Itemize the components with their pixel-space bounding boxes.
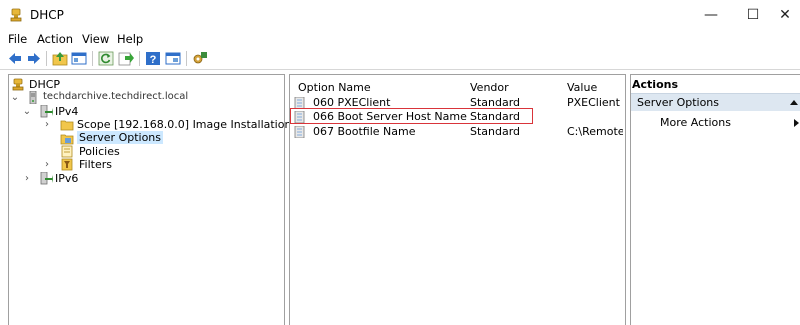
maximize-button[interactable]: ☐ — [738, 4, 768, 26]
menu-file[interactable]: File — [8, 32, 27, 46]
actions-header: Actions — [632, 78, 678, 91]
dhcp-app-icon — [10, 8, 22, 22]
column-header-option-name[interactable]: Option Name — [298, 81, 371, 94]
help-icon[interactable]: ? — [144, 50, 162, 67]
tree-label-server: techdarchive.techdirect.local — [43, 91, 189, 102]
minimize-button[interactable]: — — [696, 4, 726, 26]
table-row[interactable]: 067 Bootfile Name Standard C:\Remote — [294, 125, 624, 139]
value-cell: C:\Remote — [567, 125, 623, 138]
tree-label-ipv6: IPv6 — [55, 172, 79, 185]
tree-label-filters: Filters — [79, 158, 112, 171]
expand-chevron-icon[interactable]: ⌄ — [22, 106, 32, 118]
expand-chevron-icon[interactable]: › — [42, 119, 52, 131]
menu-bar: File Action View Help — [0, 30, 800, 48]
policies-icon — [61, 145, 73, 158]
configure-options-icon[interactable] — [191, 50, 209, 67]
close-button[interactable]: ✕ — [770, 4, 800, 26]
toolbar-separator — [92, 51, 93, 66]
tree-label-server-options: Server Options — [77, 131, 164, 144]
expand-chevron-icon[interactable]: › — [42, 159, 52, 171]
menu-action[interactable]: Action — [37, 32, 73, 46]
server-options-icon — [60, 134, 74, 145]
tree-item-server[interactable]: ⌄ techdarchive.techdirect.local — [10, 91, 280, 106]
tree-label-dhcp: DHCP — [29, 78, 61, 91]
ipv6-icon — [40, 172, 53, 185]
menu-help[interactable]: Help — [117, 32, 143, 46]
submenu-arrow-icon[interactable] — [794, 119, 799, 127]
menu-view[interactable]: View — [82, 32, 109, 46]
show-tree-icon[interactable] — [70, 50, 88, 67]
tree-label-ipv4: IPv4 — [55, 105, 79, 118]
expand-chevron-icon[interactable]: ⌄ — [10, 92, 20, 104]
actions-section-server-options[interactable]: Server Options — [637, 96, 719, 109]
forward-icon[interactable] — [25, 50, 43, 67]
scope-folder-icon — [60, 120, 74, 131]
column-header-value[interactable]: Value — [567, 81, 597, 94]
column-header-vendor[interactable]: Vendor — [470, 81, 509, 94]
properties-icon[interactable] — [164, 50, 182, 67]
back-icon[interactable] — [6, 50, 24, 67]
ipv4-icon — [40, 105, 53, 118]
export-icon[interactable] — [117, 50, 135, 67]
title-bar: DHCP — ☐ ✕ — [0, 0, 800, 30]
up-folder-icon[interactable] — [51, 50, 69, 67]
tree-item-filters[interactable]: › Filters — [42, 158, 182, 173]
filters-icon — [61, 158, 73, 171]
actions-pane — [630, 74, 800, 325]
collapse-arrow-icon[interactable] — [790, 100, 798, 105]
tree-label-scope: Scope [192.168.0.0] Image Installation — [77, 118, 292, 131]
toolbar: ? — [0, 48, 800, 70]
refresh-icon[interactable] — [97, 50, 115, 67]
value-cell: PXEClient — [567, 96, 620, 109]
highlight-annotation-box — [290, 108, 533, 124]
server-icon — [29, 91, 37, 104]
option-icon — [294, 126, 305, 138]
tree-item-server-options[interactable]: Server Options — [60, 131, 190, 146]
window-title: DHCP — [30, 8, 64, 22]
tree-item-ipv6[interactable]: › IPv6 — [22, 172, 142, 187]
more-actions-link[interactable]: More Actions — [660, 116, 731, 129]
expand-chevron-icon[interactable]: › — [22, 173, 32, 185]
dhcp-icon — [12, 78, 24, 91]
vendor-cell: Standard — [470, 125, 521, 138]
svg-text:?: ? — [150, 54, 157, 66]
option-name-cell: 067 Bootfile Name — [313, 125, 416, 138]
tree-label-policies: Policies — [79, 145, 120, 158]
toolbar-separator — [186, 51, 187, 66]
toolbar-separator — [139, 51, 140, 66]
toolbar-separator — [46, 51, 47, 66]
